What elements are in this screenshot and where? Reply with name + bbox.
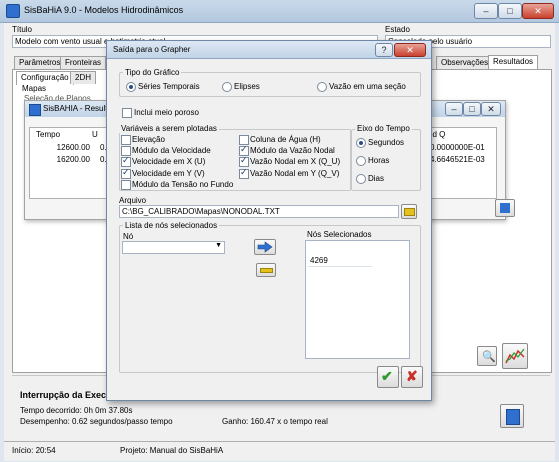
checkbox-modulo-velocidade-label[interactable]: Módulo da Velocidade [132, 146, 211, 155]
variaveis-label: Variáveis a serem plotadas [119, 124, 219, 133]
dialog-title-bar: Saída para o Grapher ? ✕ [107, 41, 431, 59]
meio-poroso-label[interactable]: Inclui meio poroso [134, 108, 199, 117]
help-button[interactable]: ? [375, 43, 393, 57]
tab-observacoes[interactable]: Observações [436, 56, 494, 69]
radio-dias[interactable] [356, 174, 366, 184]
subtab-2dh[interactable]: 2DH [70, 71, 97, 84]
checkbox-velocidade-x[interactable] [121, 155, 131, 167]
checkbox-vazao-y-label[interactable]: Vazão Nodal em Y (Q_V) [250, 169, 339, 178]
eixo-tempo-label: Eixo do Tempo [355, 124, 412, 133]
zoom-button[interactable]: 🔍 [477, 346, 497, 366]
results-minimize-button[interactable]: – [445, 102, 463, 116]
cancel-button[interactable]: ✘ [401, 366, 423, 388]
radio-dias-label[interactable]: Dias [368, 174, 384, 183]
checkbox-velocidade-y[interactable] [121, 167, 131, 179]
status-projeto: Projeto: Manual do SisBaHiA [120, 446, 224, 455]
checkbox-vazao-x[interactable] [239, 155, 249, 167]
arquivo-input[interactable]: C:\BG_CALIBRADO\Mapas\NONODAL.TXT [119, 205, 399, 218]
estado-label: Estado [385, 25, 410, 34]
exit-icon [506, 409, 520, 425]
radio-series-temporais[interactable] [126, 82, 136, 92]
results-app-icon [29, 104, 41, 116]
checkbox-coluna-agua-label[interactable]: Coluna de Água (H) [250, 135, 321, 144]
radio-elipses[interactable] [222, 82, 232, 92]
no-label: Nó [123, 232, 134, 241]
maximize-button[interactable]: □ [498, 3, 522, 19]
app-icon [6, 4, 20, 18]
minus-icon [260, 268, 273, 273]
radio-vazao-secao[interactable] [317, 82, 327, 92]
checkbox-velocidade-y-label[interactable]: Velocidade em Y (V) [132, 169, 205, 178]
app-title: SisBaHiA 9.0 - Modelos Hidrodinâmicos [24, 5, 184, 15]
tab-resultados[interactable]: Resultados [488, 55, 539, 69]
arquivo-label: Arquivo [119, 196, 147, 205]
checkbox-vazao-y[interactable] [239, 167, 249, 179]
grapher-dialog: Saída para o Grapher ? ✕ Tipo do Gráfico… [106, 40, 432, 401]
x-icon: ✘ [406, 368, 418, 384]
main-title-bar: SisBaHiA 9.0 - Modelos Hidrodinâmicos – … [0, 0, 559, 23]
ok-button[interactable]: ✔ [377, 366, 399, 388]
remove-node-button[interactable] [256, 263, 276, 277]
graph-button[interactable] [502, 343, 528, 369]
no-select[interactable]: ▼ [122, 241, 225, 254]
export-icon [500, 203, 510, 213]
minimize-button[interactable]: – [474, 3, 498, 19]
folder-icon [404, 208, 415, 216]
browse-button[interactable] [401, 204, 417, 219]
chevron-down-icon: ▼ [215, 242, 222, 249]
check-icon: ✔ [381, 368, 393, 384]
meio-poroso-checkbox[interactable] [122, 108, 132, 118]
checkbox-vazao-x-label[interactable]: Vazão Nodal em X (Q_U) [250, 157, 340, 166]
column-header-tempo: Tempo [36, 130, 61, 139]
arrow-right-icon [257, 241, 273, 253]
nos-selecionados-list[interactable]: 4269 [305, 240, 410, 359]
graph-icon [505, 348, 525, 364]
list-item[interactable]: 4269 [308, 255, 372, 267]
radio-segundos-label[interactable]: Segundos [368, 138, 404, 147]
tipo-grafico-label: Tipo do Gráfico [123, 68, 182, 77]
nos-selecionados-label: Nós Selecionados [307, 230, 372, 239]
column-header-u: U [92, 130, 98, 139]
add-node-button[interactable] [254, 239, 276, 255]
radio-horas-label[interactable]: Horas [368, 156, 389, 165]
checkbox-tensao-fundo[interactable] [121, 180, 131, 190]
results-maximize-button[interactable]: □ [463, 102, 481, 116]
checkbox-modulo-vazao-label[interactable]: Módulo da Vazão Nodal [250, 146, 335, 155]
ganho: Ganho: 160.47 x o tempo real [222, 417, 328, 426]
radio-series-temporais-label[interactable]: Séries Temporais [138, 82, 200, 91]
tab-parametros[interactable]: Parâmetros [14, 56, 66, 69]
checkbox-tensao-fundo-label[interactable]: Módulo da Tensão no Fundo [132, 180, 233, 189]
tab-fronteiras[interactable]: Fronteiras [60, 56, 107, 69]
lista-nos-label: Lista de nós selecionados [123, 221, 220, 230]
close-button[interactable]: ✕ [522, 3, 554, 19]
tempo-decorrido: Tempo decorrido: 0h 0m 37.80s [20, 406, 133, 415]
checkbox-velocidade-x-label[interactable]: Velocidade em X (U) [132, 157, 205, 166]
checkbox-elevacao[interactable] [121, 135, 131, 145]
subtab-configuracao[interactable]: Configuração [16, 71, 74, 85]
radio-vazao-secao-label[interactable]: Vazão em uma seção [329, 82, 406, 91]
mapas-label: Mapas [22, 84, 47, 93]
titulo-label: Título [12, 25, 33, 34]
export-button[interactable] [495, 199, 515, 217]
dialog-close-button[interactable]: ✕ [394, 43, 426, 57]
dialog-title: Saída para o Grapher [113, 45, 191, 54]
desempenho: Desempenho: 0.62 segundos/passo tempo [20, 417, 173, 426]
exit-button[interactable] [500, 404, 524, 428]
status-inicio: Início: 20:54 [12, 446, 56, 455]
results-close-button[interactable]: ✕ [481, 102, 501, 116]
radio-segundos[interactable] [356, 138, 366, 148]
radio-elipses-label[interactable]: Elipses [234, 82, 260, 91]
checkbox-elevacao-label[interactable]: Elevação [132, 135, 165, 144]
radio-horas[interactable] [356, 156, 366, 166]
magnifier-icon: 🔍 [482, 351, 496, 363]
status-bar: Início: 20:54 Projeto: Manual do SisBaHi… [4, 441, 555, 460]
